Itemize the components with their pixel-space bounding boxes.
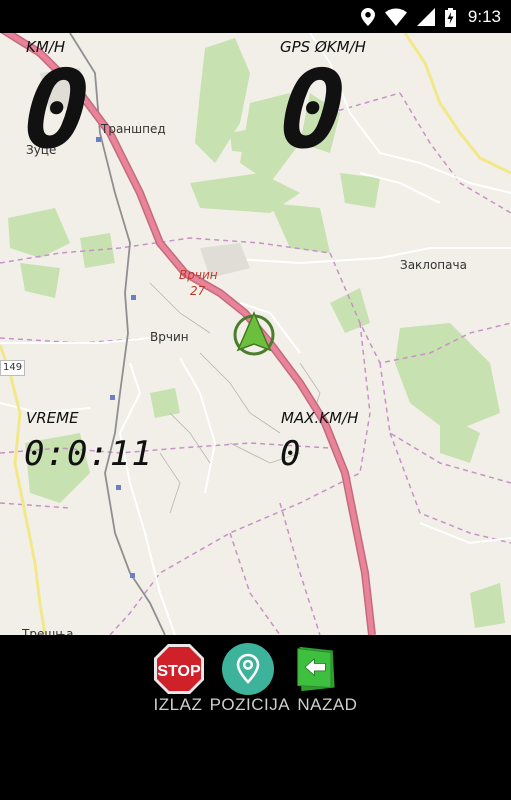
map-label-exit-number: 27 [190,284,206,298]
location-pin-icon[interactable] [222,643,274,695]
time-value: 0:0:11 [24,434,153,474]
back-arrow-icon[interactable] [294,643,342,695]
max-speed-label: MAX.KM/H [281,409,359,427]
status-bar: 9:13 [0,0,511,33]
gps-speed-value: 0 [275,48,350,173]
railway-stations [96,137,136,578]
map-label-vrcin-town: Врчин [150,330,189,344]
button-captions: IZLAZ POZICIJA NAZAD [0,695,511,715]
nazad-button-label[interactable]: NAZAD [297,695,357,714]
bottom-controls: STOP IZLAZ POZICIJA NAZAD [0,635,511,800]
stop-sign-text: STOP [157,663,201,680]
road-number-shield: 149 [0,360,26,376]
stop-sign-icon[interactable]: STOP [153,643,205,695]
map-view[interactable]: Траншпед Зуце Врчин Врчин 27 Заклопача Т… [0,33,511,635]
map-label-vrcin-exit: Врчин [179,268,218,282]
signal-icon [416,8,435,26]
time-label: VREME [26,409,79,427]
navigation-arrow-icon [233,311,275,356]
status-time: 9:13 [467,7,501,26]
speed-value: 0 [19,48,94,173]
location-icon [360,8,375,26]
battery-charging-icon [444,7,456,27]
map-label-tresnja: Трешња [22,627,74,635]
status-icons: 9:13 [360,6,501,28]
pozicija-button-label[interactable]: POZICIJA [210,695,291,714]
max-speed-value: 0 [280,434,302,474]
wifi-icon [384,8,407,26]
time-panel: VREME [26,409,79,427]
map-label-zaklopaca: Заклопача [400,258,467,272]
izlaz-button-label[interactable]: IZLAZ [154,695,203,714]
map-label-transhped: Траншпед [101,122,166,136]
max-speed-panel: MAX.KM/H [281,409,358,427]
secondary-road-east [403,33,511,175]
